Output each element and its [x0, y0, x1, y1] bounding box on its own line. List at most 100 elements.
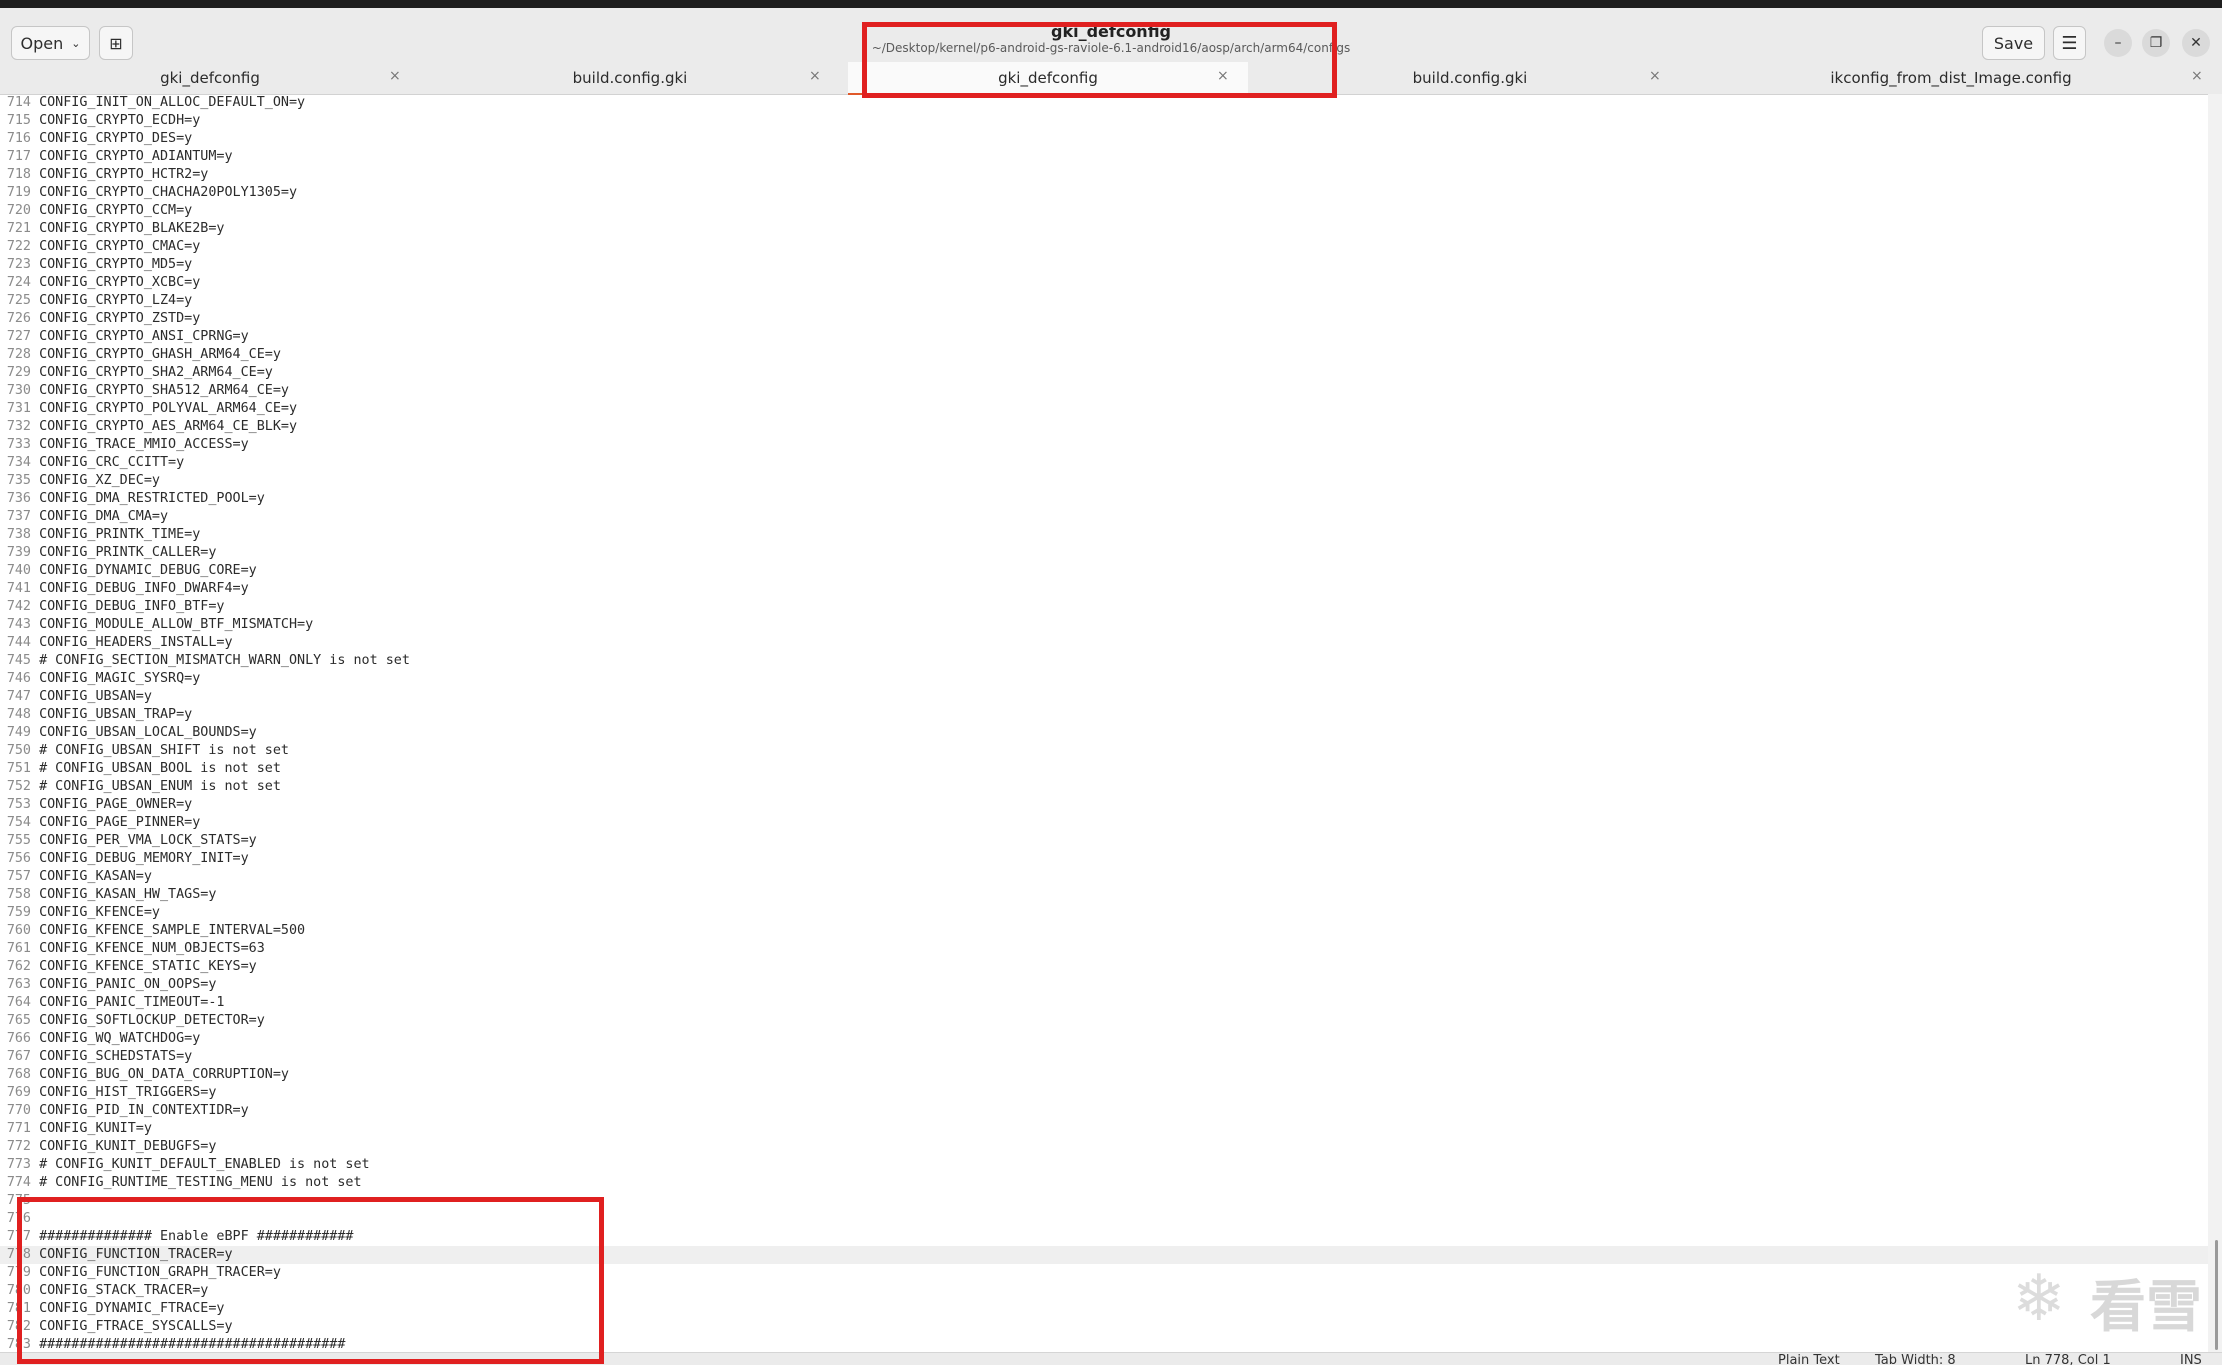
code-line[interactable]: 724 CONFIG_CRYPTO_XCBC=y — [0, 274, 201, 292]
code-line[interactable]: 753 CONFIG_PAGE_OWNER=y — [0, 796, 192, 814]
code-line[interactable]: 729 CONFIG_CRYPTO_SHA2_ARM64_CE=y — [0, 364, 273, 382]
code-line[interactable]: 767 CONFIG_SCHEDSTATS=y — [0, 1048, 192, 1066]
tab-close-icon[interactable]: × — [1649, 68, 1661, 84]
code-line[interactable]: 764 CONFIG_PANIC_TIMEOUT=-1 — [0, 994, 225, 1012]
code-line[interactable]: 752 # CONFIG_UBSAN_ENUM is not set — [0, 778, 281, 796]
code-line[interactable]: 714 CONFIG_INIT_ON_ALLOC_DEFAULT_ON=y — [0, 94, 305, 112]
code-line[interactable]: 717 CONFIG_CRYPTO_ADIANTUM=y — [0, 148, 233, 166]
code-line[interactable]: 756 CONFIG_DEBUG_MEMORY_INIT=y — [0, 850, 249, 868]
code-line[interactable]: 759 CONFIG_KFENCE=y — [0, 904, 160, 922]
menu-button[interactable]: ☰ — [2053, 26, 2086, 60]
code-line[interactable]: 751 # CONFIG_UBSAN_BOOL is not set — [0, 760, 281, 778]
code-line[interactable]: 734 CONFIG_CRC_CCITT=y — [0, 454, 184, 472]
close-window-button[interactable]: ✕ — [2182, 29, 2210, 57]
save-button[interactable]: Save — [1982, 26, 2045, 60]
code-line[interactable]: 757 CONFIG_KASAN=y — [0, 868, 152, 886]
code-line[interactable]: 754 CONFIG_PAGE_PINNER=y — [0, 814, 201, 832]
code-line[interactable]: 771 CONFIG_KUNIT=y — [0, 1120, 152, 1138]
code-line[interactable]: 766 CONFIG_WQ_WATCHDOG=y — [0, 1030, 201, 1048]
tab-3[interactable]: gki_defconfig × — [848, 62, 1248, 95]
tab-close-icon[interactable]: × — [389, 68, 401, 84]
tab-close-icon[interactable]: × — [1217, 68, 1229, 84]
code-line[interactable]: 770 CONFIG_PID_IN_CONTEXTIDR=y — [0, 1102, 249, 1120]
code-line[interactable]: 781 CONFIG_DYNAMIC_FTRACE=y — [0, 1300, 225, 1318]
tab-2[interactable]: build.config.gki × — [420, 62, 840, 94]
code-line[interactable]: 745 # CONFIG_SECTION_MISMATCH_WARN_ONLY … — [0, 652, 410, 670]
line-text: CONFIG_MAGIC_SYSRQ=y — [39, 671, 201, 686]
code-line[interactable]: 738 CONFIG_PRINTK_TIME=y — [0, 526, 201, 544]
maximize-button[interactable]: ❐ — [2142, 29, 2170, 57]
code-line[interactable]: 744 CONFIG_HEADERS_INSTALL=y — [0, 634, 233, 652]
cursor-position[interactable]: Ln 778, Col 1 — [2025, 1353, 2111, 1365]
code-line[interactable]: 773 # CONFIG_KUNIT_DEFAULT_ENABLED is no… — [0, 1156, 370, 1174]
tab-close-icon[interactable]: × — [809, 68, 821, 84]
code-line[interactable]: 742 CONFIG_DEBUG_INFO_BTF=y — [0, 598, 225, 616]
code-line[interactable]: 736 CONFIG_DMA_RESTRICTED_POOL=y — [0, 490, 265, 508]
line-text: CONFIG_CRYPTO_CCM=y — [39, 203, 193, 218]
code-line[interactable]: 774 # CONFIG_RUNTIME_TESTING_MENU is not… — [0, 1174, 362, 1192]
code-line[interactable]: 730 CONFIG_CRYPTO_SHA512_ARM64_CE=y — [0, 382, 289, 400]
language-selector[interactable]: Plain Text — [1778, 1353, 1840, 1365]
tab-close-icon[interactable]: × — [2191, 68, 2203, 84]
code-line[interactable]: 725 CONFIG_CRYPTO_LZ4=y — [0, 292, 192, 310]
code-line[interactable]: 718 CONFIG_CRYPTO_HCTR2=y — [0, 166, 209, 184]
code-line[interactable]: 775 — [0, 1192, 39, 1210]
code-line[interactable]: 733 CONFIG_TRACE_MMIO_ACCESS=y — [0, 436, 249, 454]
tab-4[interactable]: build.config.gki × — [1260, 62, 1680, 94]
code-line[interactable]: 749 CONFIG_UBSAN_LOCAL_BOUNDS=y — [0, 724, 257, 742]
code-line[interactable]: 778 CONFIG_FUNCTION_TRACER=y — [0, 1246, 2208, 1264]
tab-5[interactable]: ikconfig_from_dist_Image.config × — [1680, 62, 2222, 94]
code-line[interactable]: 760 CONFIG_KFENCE_SAMPLE_INTERVAL=500 — [0, 922, 305, 940]
code-line[interactable]: 727 CONFIG_CRYPTO_ANSI_CPRNG=y — [0, 328, 249, 346]
code-line[interactable]: 763 CONFIG_PANIC_ON_OOPS=y — [0, 976, 217, 994]
code-line[interactable]: 728 CONFIG_CRYPTO_GHASH_ARM64_CE=y — [0, 346, 281, 364]
code-line[interactable]: 782 CONFIG_FTRACE_SYSCALLS=y — [0, 1318, 233, 1336]
code-line[interactable]: 721 CONFIG_CRYPTO_BLAKE2B=y — [0, 220, 225, 238]
line-number: 762 — [6, 959, 31, 974]
code-line[interactable]: 755 CONFIG_PER_VMA_LOCK_STATS=y — [0, 832, 257, 850]
code-line[interactable]: 748 CONFIG_UBSAN_TRAP=y — [0, 706, 192, 724]
code-line[interactable]: 777 ############## Enable eBPF #########… — [0, 1228, 354, 1246]
code-line[interactable]: 761 CONFIG_KFENCE_NUM_OBJECTS=63 — [0, 940, 265, 958]
code-line[interactable]: 719 CONFIG_CRYPTO_CHACHA20POLY1305=y — [0, 184, 297, 202]
code-line[interactable]: 746 CONFIG_MAGIC_SYSRQ=y — [0, 670, 201, 688]
code-line[interactable]: 783 ####################################… — [0, 1336, 346, 1352]
code-line[interactable]: 776 — [0, 1210, 39, 1228]
line-number: 744 — [6, 635, 31, 650]
tab-width-selector[interactable]: Tab Width: 8 — [1875, 1353, 1956, 1365]
code-line[interactable]: 747 CONFIG_UBSAN=y — [0, 688, 152, 706]
code-line[interactable]: 715 CONFIG_CRYPTO_ECDH=y — [0, 112, 201, 130]
code-line[interactable]: 741 CONFIG_DEBUG_INFO_DWARF4=y — [0, 580, 249, 598]
line-number: 746 — [6, 671, 31, 686]
code-line[interactable]: 731 CONFIG_CRYPTO_POLYVAL_ARM64_CE=y — [0, 400, 297, 418]
tab-1[interactable]: gki_defconfig × — [0, 62, 420, 94]
code-line[interactable]: 740 CONFIG_DYNAMIC_DEBUG_CORE=y — [0, 562, 257, 580]
code-line[interactable]: 732 CONFIG_CRYPTO_AES_ARM64_CE_BLK=y — [0, 418, 297, 436]
minimize-button[interactable]: – — [2104, 29, 2132, 57]
code-line[interactable]: 726 CONFIG_CRYPTO_ZSTD=y — [0, 310, 201, 328]
line-number: 760 — [6, 923, 31, 938]
code-line[interactable]: 722 CONFIG_CRYPTO_CMAC=y — [0, 238, 201, 256]
line-text: CONFIG_KFENCE_SAMPLE_INTERVAL=500 — [39, 923, 306, 938]
line-number: 753 — [6, 797, 31, 812]
code-line[interactable]: 735 CONFIG_XZ_DEC=y — [0, 472, 160, 490]
code-line[interactable]: 750 # CONFIG_UBSAN_SHIFT is not set — [0, 742, 289, 760]
code-line[interactable]: 768 CONFIG_BUG_ON_DATA_CORRUPTION=y — [0, 1066, 289, 1084]
line-number: 743 — [6, 617, 31, 632]
code-line[interactable]: 743 CONFIG_MODULE_ALLOW_BTF_MISMATCH=y — [0, 616, 313, 634]
code-line[interactable]: 762 CONFIG_KFENCE_STATIC_KEYS=y — [0, 958, 257, 976]
code-line[interactable]: 739 CONFIG_PRINTK_CALLER=y — [0, 544, 217, 562]
text-editor[interactable]: 714 CONFIG_INIT_ON_ALLOC_DEFAULT_ON=y 715… — [0, 94, 2208, 1352]
code-line[interactable]: 720 CONFIG_CRYPTO_CCM=y — [0, 202, 192, 220]
code-line[interactable]: 779 CONFIG_FUNCTION_GRAPH_TRACER=y — [0, 1264, 281, 1282]
code-line[interactable]: 716 CONFIG_CRYPTO_DES=y — [0, 130, 192, 148]
code-line[interactable]: 723 CONFIG_CRYPTO_MD5=y — [0, 256, 192, 274]
vertical-scrollbar[interactable] — [2208, 94, 2222, 1352]
code-line[interactable]: 780 CONFIG_STACK_TRACER=y — [0, 1282, 209, 1300]
scrollbar-thumb[interactable] — [2215, 1240, 2218, 1350]
code-line[interactable]: 765 CONFIG_SOFTLOCKUP_DETECTOR=y — [0, 1012, 265, 1030]
code-line[interactable]: 769 CONFIG_HIST_TRIGGERS=y — [0, 1084, 217, 1102]
code-line[interactable]: 758 CONFIG_KASAN_HW_TAGS=y — [0, 886, 217, 904]
code-line[interactable]: 737 CONFIG_DMA_CMA=y — [0, 508, 168, 526]
code-line[interactable]: 772 CONFIG_KUNIT_DEBUGFS=y — [0, 1138, 217, 1156]
